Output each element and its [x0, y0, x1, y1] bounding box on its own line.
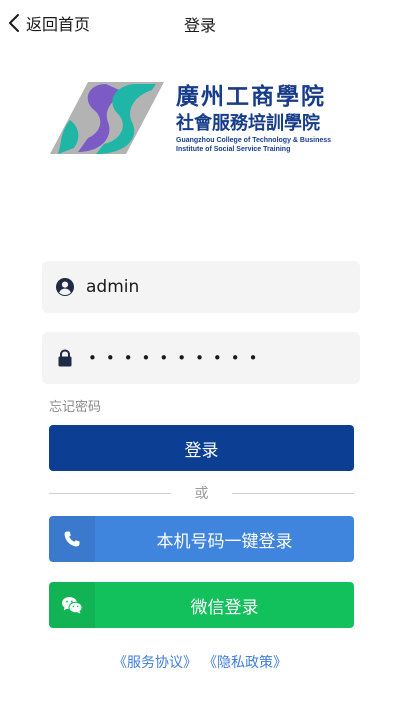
institute-name-chinese: 社會服務培訓學院: [176, 113, 320, 134]
logo-text: 廣州工商學院 社會服務培訓學院 Guangzhou College of Tec…: [176, 82, 358, 154]
forgot-password-link[interactable]: 忘记密码: [49, 396, 101, 415]
login-button[interactable]: 登录: [49, 425, 354, 471]
login-button-label: 登录: [184, 440, 219, 461]
college-name-chinese: 廣州工商學院: [176, 83, 326, 110]
or-divider: 或: [49, 484, 354, 504]
username-input[interactable]: [86, 261, 346, 313]
wechat-login-label: 微信登录: [190, 597, 259, 618]
service-agreement-link[interactable]: 《服务协议》: [113, 655, 197, 671]
phone-icon-box: [49, 516, 95, 562]
page-title: 登录: [183, 16, 216, 35]
header-bar: 返回首页 登录: [0, 0, 400, 46]
policy-links: 《服务协议》 《隐私政策》: [0, 652, 400, 672]
password-input[interactable]: ••••••••••: [88, 346, 266, 370]
phone-icon: [64, 531, 80, 547]
divider-line-right: [232, 493, 354, 494]
wechat-icon: [62, 597, 83, 614]
institute-name-english: Institute of Social Service Training: [176, 146, 291, 153]
password-field[interactable]: ••••••••••: [42, 332, 360, 384]
phone-one-click-login-button[interactable]: 本机号码一键登录: [49, 516, 354, 562]
phone-login-label: 本机号码一键登录: [156, 531, 293, 552]
wechat-login-button[interactable]: 微信登录: [49, 582, 354, 628]
college-name-english: Guangzhou College of Technology & Busine…: [176, 137, 332, 144]
user-circle-icon: [56, 278, 74, 296]
privacy-policy-link[interactable]: 《隐私政策》: [203, 655, 287, 671]
wechat-icon-box: [49, 582, 95, 628]
lock-icon: [58, 349, 72, 367]
username-field[interactable]: [42, 261, 360, 313]
college-logo: 廣州工商學院 社會服務培訓學院 Guangzhou College of Tec…: [48, 80, 358, 160]
divider-label: 或: [194, 486, 209, 502]
college-emblem-icon: [50, 82, 164, 154]
